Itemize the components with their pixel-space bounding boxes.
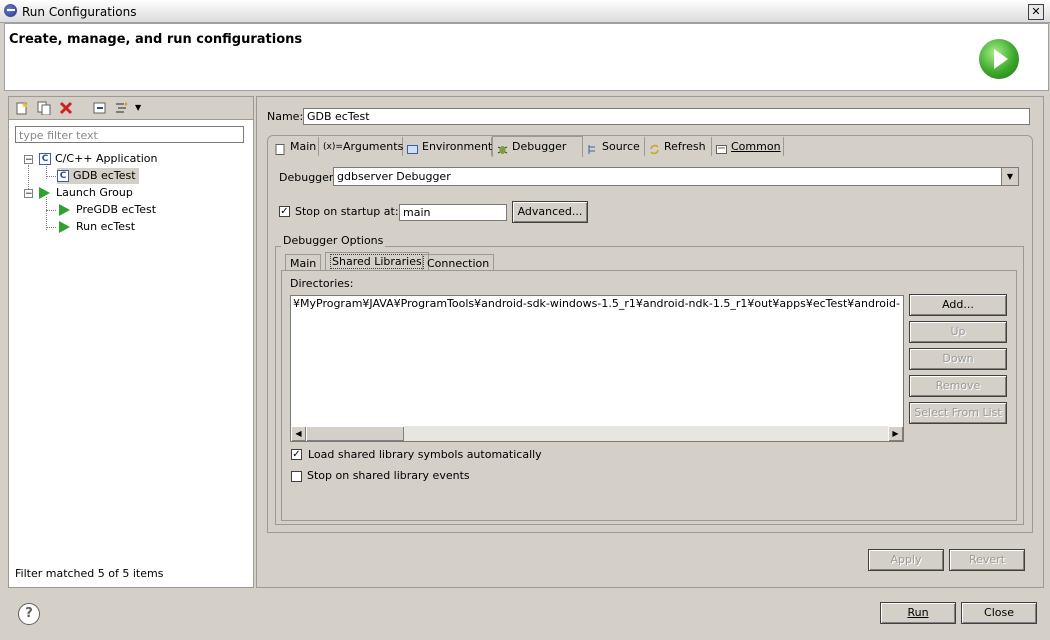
help-icon[interactable]: ?	[18, 603, 40, 625]
tab-refresh[interactable]: Refresh	[645, 137, 712, 156]
tab-arguments[interactable]: (x)=Arguments	[319, 137, 403, 156]
load-symbols-label: Load shared library symbols automaticall…	[308, 448, 542, 461]
scroll-right-icon[interactable]: ▶	[888, 426, 903, 441]
tree-item-label: PreGDB ecTest	[76, 203, 157, 216]
delete-icon[interactable]	[59, 101, 73, 115]
eclipse-app-icon	[4, 4, 17, 17]
add-button[interactable]: Add...	[909, 294, 1007, 316]
run-button-label: Run	[907, 606, 929, 619]
stop-on-events-label: Stop on shared library events	[307, 469, 470, 482]
collapse-all-icon[interactable]	[93, 101, 107, 115]
c-config-icon: C	[57, 170, 69, 182]
run-badge-icon	[979, 39, 1019, 79]
filter-menu-chevron-down-icon[interactable]: ▼	[135, 101, 149, 115]
debugger-label: Debugger:	[279, 171, 337, 184]
source-icon	[587, 142, 598, 154]
scroll-left-icon[interactable]: ◀	[291, 426, 306, 441]
expand-toggle[interactable]: −	[24, 189, 33, 199]
tree-line	[46, 227, 56, 228]
tree-item-run-ectest[interactable]: Run ecTest	[59, 219, 135, 235]
c-app-icon: C	[39, 153, 51, 165]
bug-icon	[497, 142, 508, 154]
stop-on-startup-label: Stop on startup at:	[295, 205, 399, 218]
tree-item-label: GDB ecTest	[73, 169, 136, 182]
launch-group-icon	[39, 187, 50, 199]
subtab-connection[interactable]: Connection	[422, 254, 495, 271]
tab-label: Refresh	[664, 140, 706, 153]
down-button[interactable]: Down	[909, 348, 1007, 370]
tab-environment[interactable]: Environment	[403, 137, 492, 156]
tab-common[interactable]: Common	[712, 137, 784, 156]
tree-item-c-cpp-application[interactable]: C C/C++ Application	[39, 151, 157, 167]
launch-icon	[59, 204, 70, 216]
run-button[interactable]: Run	[880, 602, 956, 624]
directories-label: Directories:	[290, 277, 354, 290]
tree-line	[46, 197, 47, 230]
chevron-down-icon[interactable]: ▼	[1001, 168, 1018, 185]
subtab-shared-libraries[interactable]: Shared Libraries	[325, 252, 429, 271]
tree-item-label: C/C++ Application	[55, 152, 158, 165]
apply-button[interactable]: Apply	[868, 549, 944, 571]
stop-on-startup-checkbox[interactable]: ✓	[279, 206, 290, 217]
tree-item-label: Launch Group	[56, 186, 133, 199]
revert-button[interactable]: Revert	[949, 549, 1025, 571]
subtab-label: Connection	[427, 257, 490, 270]
tab-label: Main	[290, 140, 317, 153]
filter-status: Filter matched 5 of 5 items	[15, 567, 164, 580]
up-button[interactable]: Up	[909, 321, 1007, 343]
list-item[interactable]: ¥MyProgram¥JAVA¥ProgramTools¥android-sdk…	[293, 297, 901, 311]
configuration-editor-panel: Name: GDB ecTest Main (x)=Arguments Envi…	[256, 96, 1044, 588]
advanced-button[interactable]: Advanced...	[512, 201, 588, 223]
horizontal-scrollbar[interactable]: ◀ ▶	[291, 426, 903, 441]
tab-source[interactable]: Source	[583, 137, 645, 156]
name-label: Name:	[267, 110, 304, 123]
tree-toolbar: ▼	[9, 97, 253, 120]
dialog-heading: Create, manage, and run configurations	[9, 32, 303, 47]
window-title: Run Configurations	[22, 5, 137, 19]
duplicate-icon[interactable]	[37, 101, 51, 116]
tree-item-launch-group[interactable]: Launch Group	[39, 185, 133, 201]
scroll-thumb[interactable]	[306, 426, 404, 441]
tab-label: Environment	[422, 140, 493, 153]
filter-input[interactable]: type filter text	[15, 126, 244, 143]
window-close-button[interactable]: ✕	[1028, 4, 1044, 20]
debugger-value: gdbserver Debugger	[337, 170, 451, 183]
load-symbols-checkbox[interactable]: ✓	[291, 449, 302, 460]
tab-debugger[interactable]: Debugger	[492, 136, 583, 157]
directories-list[interactable]: ¥MyProgram¥JAVA¥ProgramTools¥android-sdk…	[290, 295, 904, 442]
tree-item-gdb-ectest[interactable]: C GDB ecTest	[57, 168, 139, 184]
subtab-label: Shared Libraries	[330, 254, 424, 269]
tree-item-pregdb-ectest[interactable]: PreGDB ecTest	[59, 202, 156, 218]
filter-icon[interactable]	[115, 101, 129, 115]
new-configuration-icon[interactable]	[15, 101, 29, 115]
debugger-select[interactable]: gdbserver Debugger ▼	[333, 167, 1019, 186]
tab-label: Source	[602, 140, 640, 153]
tab-label: Arguments	[343, 140, 404, 153]
refresh-icon	[649, 142, 660, 154]
remove-button[interactable]: Remove	[909, 375, 1007, 397]
tree-line	[46, 210, 56, 211]
main-tab-icon	[275, 142, 286, 155]
subtab-main[interactable]: Main	[285, 254, 322, 271]
subtab-label: Main	[290, 257, 317, 270]
arguments-icon: (x)=	[323, 141, 343, 152]
launch-icon	[59, 221, 70, 233]
environment-icon	[407, 142, 418, 154]
tab-label: Common	[731, 140, 781, 153]
select-from-list-button[interactable]: Select From List	[909, 402, 1007, 424]
dialog-header: Create, manage, and run configurations	[4, 23, 1049, 91]
tree-item-label: Run ecTest	[76, 220, 136, 233]
stop-on-events-checkbox[interactable]	[291, 471, 302, 482]
close-button[interactable]: Close	[961, 602, 1037, 624]
tree-line	[46, 176, 56, 177]
stop-on-startup-field[interactable]: main	[399, 204, 507, 221]
debugger-options-title: Debugger Options	[281, 234, 386, 247]
title-bar: Run Configurations ✕	[0, 0, 1050, 23]
tab-main[interactable]: Main	[271, 137, 319, 156]
expand-toggle[interactable]: −	[24, 155, 33, 165]
name-field[interactable]: GDB ecTest	[303, 108, 1030, 125]
common-icon	[716, 142, 727, 154]
tab-label: Debugger	[512, 140, 567, 153]
configuration-tree-panel: ▼ type filter text − C C/C++ Application …	[8, 96, 254, 588]
